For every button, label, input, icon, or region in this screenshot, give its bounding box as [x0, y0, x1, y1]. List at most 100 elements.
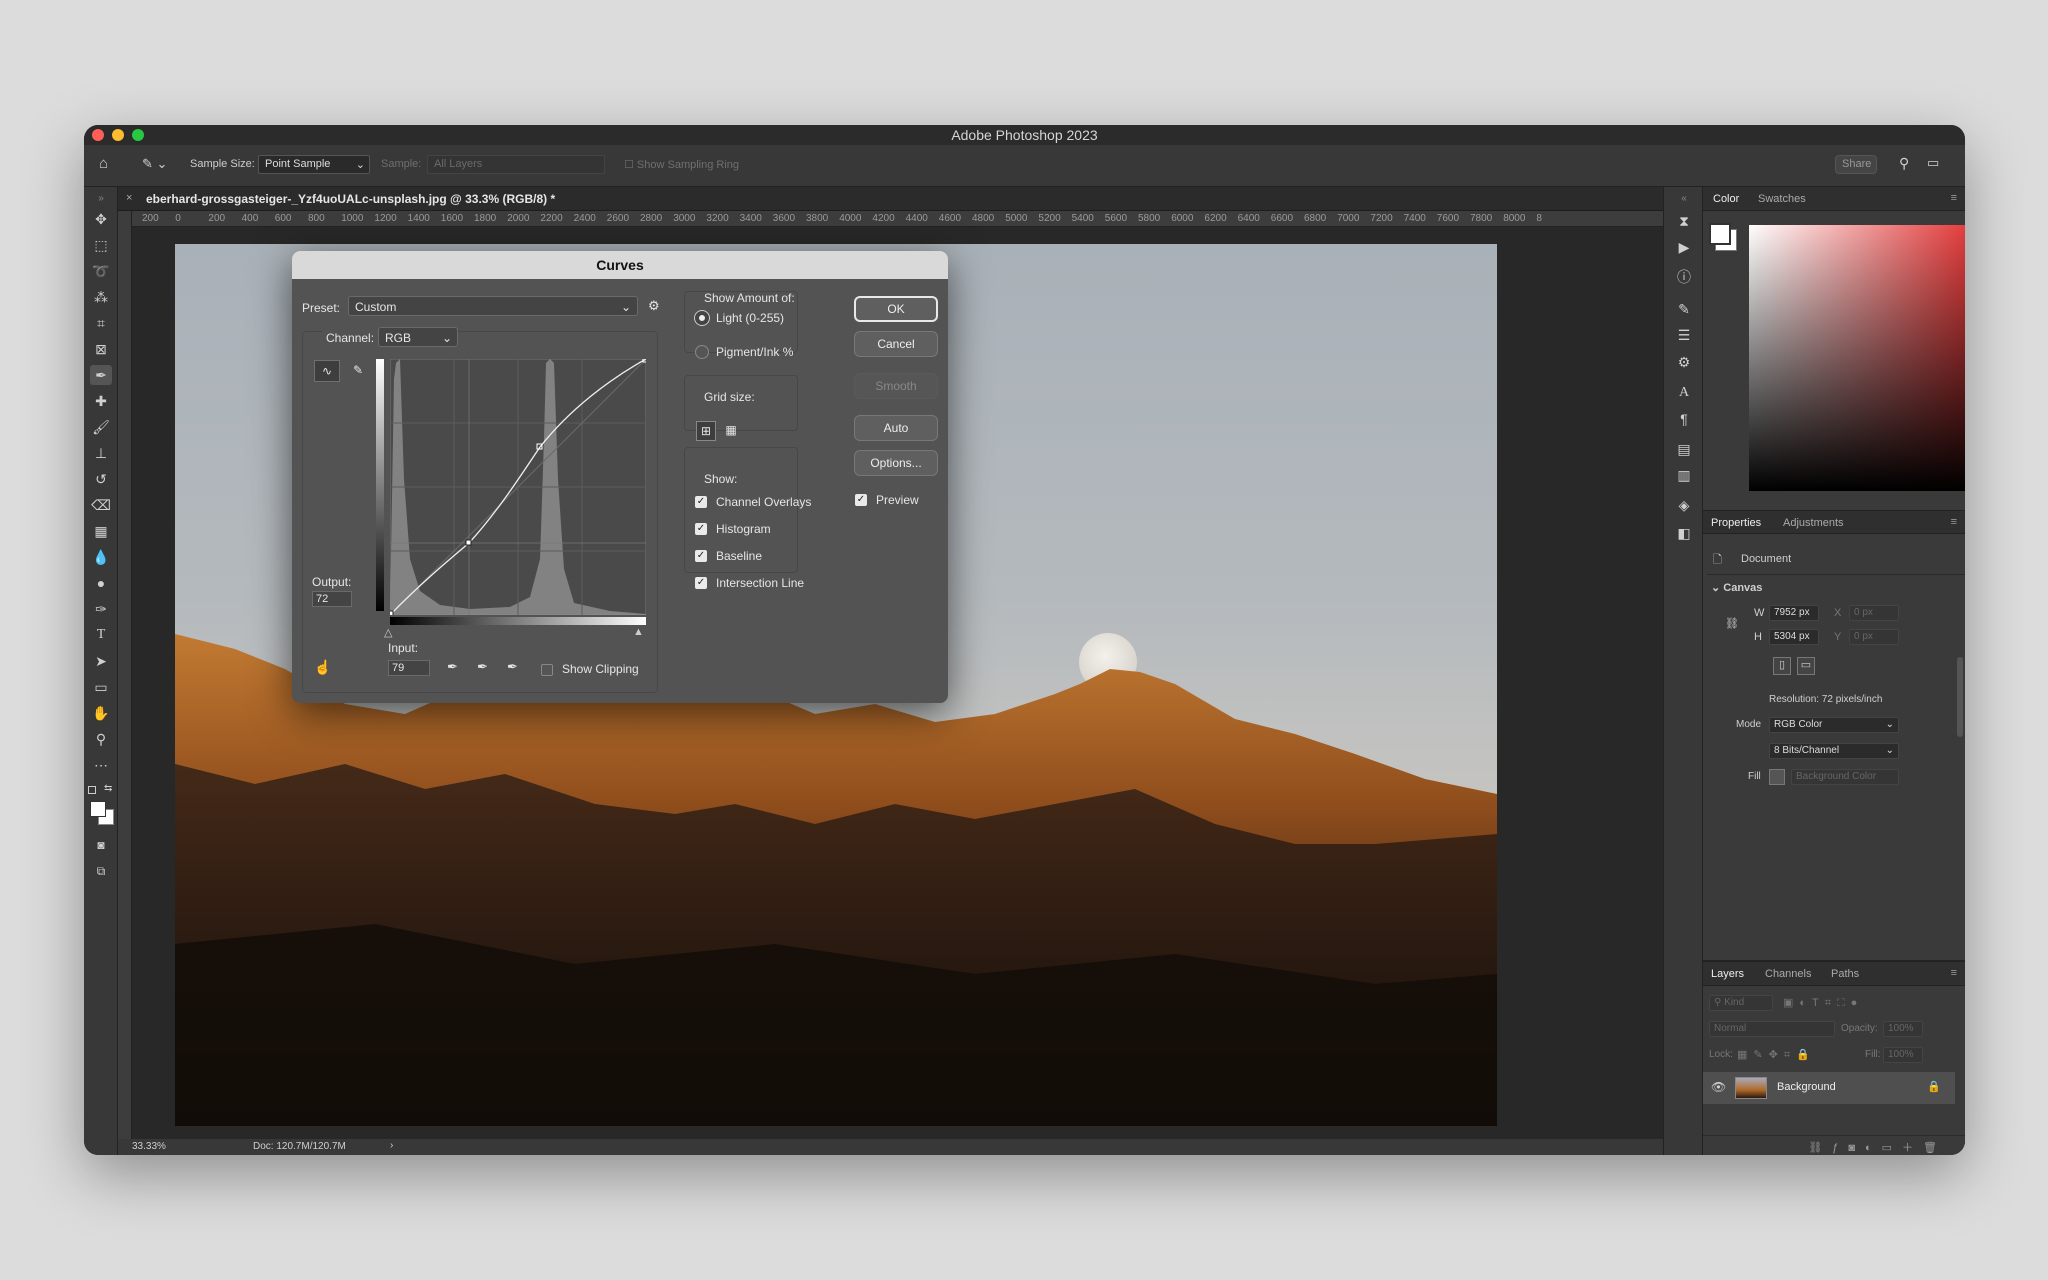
layer-fill-field[interactable]: 100% [1883, 1047, 1923, 1063]
show-clipping-checkbox[interactable] [541, 664, 553, 676]
workspace-icon[interactable]: ▭ [1927, 155, 1939, 171]
crop-tool-icon[interactable]: ⌗ [90, 313, 112, 333]
foreground-color-swatch[interactable] [90, 801, 106, 817]
color-picker-field[interactable] [1749, 225, 1965, 491]
character-icon[interactable]: A [1673, 383, 1695, 403]
tab-color[interactable]: Color [1713, 193, 1739, 205]
intersection-line-checkbox[interactable]: ✓ [695, 577, 707, 589]
brush-settings-icon[interactable]: ✎ [1673, 299, 1695, 319]
frame-tool-icon[interactable]: ⊠ [90, 339, 112, 359]
healing-brush-tool-icon[interactable]: ✚ [90, 391, 112, 411]
paragraph-icon[interactable]: ¶ [1673, 409, 1695, 429]
channel-overlays-checkbox[interactable]: ✓ [695, 496, 707, 508]
move-tool-icon[interactable]: ✥ [90, 209, 112, 229]
close-document-icon[interactable]: × [126, 192, 132, 204]
zoom-level[interactable]: 33.33% [132, 1141, 166, 1152]
home-icon[interactable]: ⌂ [99, 155, 108, 172]
curve-point-black[interactable] [390, 610, 394, 615]
pigment-radio[interactable] [695, 345, 709, 359]
type-tool-icon[interactable]: T [90, 625, 112, 645]
x-field[interactable]: 0 px [1849, 605, 1899, 621]
zoom-window-button[interactable] [132, 129, 144, 141]
expand-panel-icon[interactable]: » [90, 189, 112, 209]
tab-properties[interactable]: Properties [1711, 517, 1761, 529]
ok-button[interactable]: OK [854, 296, 938, 322]
portrait-orientation-icon[interactable]: ▯ [1773, 657, 1791, 675]
canvas-section-toggle[interactable]: ⌄ Canvas [1711, 581, 1762, 594]
eraser-tool-icon[interactable]: ⌫ [90, 495, 112, 515]
eyedropper-tool-preset-icon[interactable]: ✎ ⌄ [142, 156, 167, 172]
properties-scrollbar[interactable] [1957, 657, 1963, 737]
tab-channels[interactable]: Channels [1765, 968, 1811, 980]
black-eyedropper-icon[interactable]: ✒ [447, 659, 458, 675]
histogram-checkbox[interactable]: ✓ [695, 523, 707, 535]
y-field[interactable]: 0 px [1849, 629, 1899, 645]
blend-mode-dropdown[interactable]: Normal [1709, 1021, 1835, 1037]
filter-kind-dropdown[interactable]: ⚲ Kind [1709, 995, 1773, 1011]
dodge-tool-icon[interactable]: ● [90, 573, 112, 593]
sample-size-dropdown[interactable]: Point Sample ⌄ [258, 155, 370, 174]
adjustments-sliders-icon[interactable]: ☰ [1673, 325, 1695, 345]
preset-options-gear-icon[interactable]: ⚙ [648, 298, 660, 314]
gray-eyedropper-icon[interactable]: ✒ [477, 659, 488, 675]
more-tools-icon[interactable]: ⋯ [90, 755, 112, 775]
rectangle-tool-icon[interactable]: ▭ [90, 677, 112, 697]
brush-tool-icon[interactable]: 🖌 [90, 417, 112, 437]
info-icon[interactable]: ⓘ [1673, 267, 1695, 287]
curve-point-selected[interactable] [465, 539, 472, 546]
eyedropper-tool-icon[interactable]: ✒ [90, 365, 112, 385]
fill-dropdown[interactable]: Background Color [1791, 769, 1899, 785]
tool-presets-icon[interactable]: ⚙ [1673, 352, 1695, 372]
tab-adjustments[interactable]: Adjustments [1783, 517, 1844, 529]
layer-name[interactable]: Background [1777, 1081, 1836, 1093]
width-field[interactable]: 7952 px [1769, 605, 1819, 621]
mode-dropdown[interactable]: RGB Color ⌄ [1769, 717, 1899, 733]
panel-menu-icon[interactable]: ≡ [1951, 192, 1957, 204]
hand-tool-icon[interactable]: ✋ [90, 703, 112, 723]
simple-grid-icon[interactable]: ⊞ [696, 421, 716, 441]
curve-point-tool-icon[interactable]: ∿ [314, 360, 340, 382]
link-dimensions-icon[interactable]: ⛓ [1725, 617, 1739, 630]
landscape-orientation-icon[interactable]: ▭ [1797, 657, 1815, 675]
panel-menu-icon[interactable]: ≡ [1951, 516, 1957, 528]
close-window-button[interactable] [92, 129, 104, 141]
layer-action-icons[interactable]: ⛓ƒ◙◐▭＋🗑 [1808, 1139, 1947, 1155]
libraries-icon[interactable]: ▤ [1673, 439, 1695, 459]
tab-layers[interactable]: Layers [1711, 968, 1744, 980]
auto-button[interactable]: Auto [854, 415, 938, 441]
fill-swatch[interactable] [1769, 769, 1785, 785]
learn-icon[interactable]: ◧ [1673, 523, 1695, 543]
output-field[interactable]: 72 [312, 591, 352, 607]
magic-wand-tool-icon[interactable]: ⁂ [90, 287, 112, 307]
foreground-swatch[interactable] [1709, 223, 1731, 245]
show-sampling-ring-checkbox[interactable]: ☐ Show Sampling Ring [624, 158, 739, 171]
clone-stamp-tool-icon[interactable]: ⊥ [90, 443, 112, 463]
collapse-icons-icon[interactable]: « [1673, 189, 1695, 209]
on-image-adjust-hand-icon[interactable]: ☝ [314, 659, 331, 676]
screen-mode-icon[interactable]: ⧉ [90, 861, 112, 881]
gradient-tool-icon[interactable]: ▦ [90, 521, 112, 541]
curve-graph[interactable] [390, 359, 646, 615]
channel-dropdown[interactable]: RGB ⌄ [378, 327, 458, 347]
blur-tool-icon[interactable]: 💧 [90, 547, 112, 567]
path-selection-tool-icon[interactable]: ➤ [90, 651, 112, 671]
light-radio[interactable] [695, 311, 709, 325]
options-button[interactable]: Options... [854, 450, 938, 476]
document-tab[interactable]: × eberhard-grossgasteiger-_Yzf4uoUALc-un… [118, 187, 1663, 211]
preview-checkbox[interactable]: ✓ [855, 494, 867, 506]
3d-cube-icon[interactable]: ◈ [1673, 495, 1695, 515]
status-menu-arrow[interactable]: › [390, 1140, 393, 1151]
preset-dropdown[interactable]: Custom ⌄ [348, 296, 638, 316]
actions-play-icon[interactable]: ▶ [1673, 237, 1695, 257]
swap-colors-icon[interactable]: ⇆ [104, 783, 112, 794]
search-icon[interactable]: ⚲ [1899, 155, 1909, 172]
quick-mask-icon[interactable]: ◙ [90, 835, 112, 855]
history-brush-tool-icon[interactable]: ↺ [90, 469, 112, 489]
bit-depth-dropdown[interactable]: 8 Bits/Channel ⌄ [1769, 743, 1899, 759]
minimize-window-button[interactable] [112, 129, 124, 141]
layer-row-background[interactable]: 👁 Background 🔒 [1703, 1072, 1955, 1104]
history-icon[interactable]: ⧗ [1673, 211, 1695, 231]
panel-menu-icon[interactable]: ≡ [1951, 967, 1957, 979]
input-field[interactable]: 79 [388, 660, 430, 676]
visibility-eye-icon[interactable]: 👁 [1711, 1080, 1726, 1094]
